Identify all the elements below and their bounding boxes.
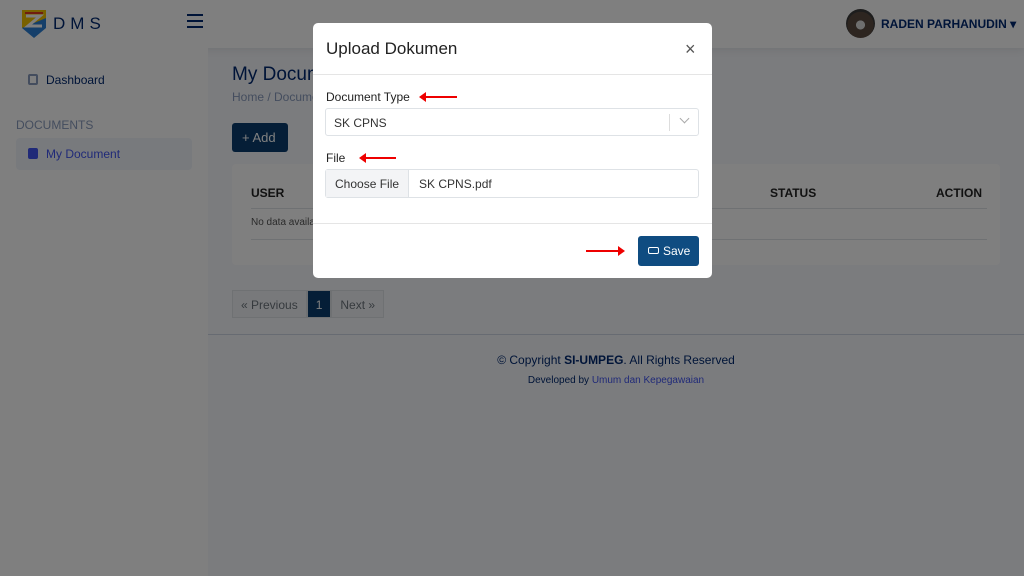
choose-file-button[interactable]: Choose File — [326, 170, 410, 197]
file-name: SK CPNS.pdf — [419, 177, 492, 191]
save-icon — [648, 247, 659, 254]
dialog-title: Upload Dokumen — [326, 39, 458, 58]
document-type-label: Document Type — [326, 90, 410, 104]
save-label: Save — [663, 244, 691, 258]
save-button[interactable]: Save — [638, 236, 699, 266]
annotation-arrow — [586, 246, 625, 256]
close-icon[interactable]: × — [685, 39, 696, 60]
chevron-down-icon — [679, 113, 690, 124]
annotation-arrow — [359, 153, 396, 163]
divider — [313, 74, 712, 75]
upload-dialog: Upload Dokumen × Document Type SK CPNS F… — [313, 23, 712, 278]
document-type-select[interactable]: SK CPNS — [325, 108, 699, 136]
file-input[interactable]: Choose File SK CPNS.pdf — [325, 169, 699, 198]
selected-value: SK CPNS — [334, 116, 387, 130]
file-label: File — [326, 151, 346, 165]
divider — [313, 223, 712, 224]
annotation-arrow — [419, 92, 457, 102]
